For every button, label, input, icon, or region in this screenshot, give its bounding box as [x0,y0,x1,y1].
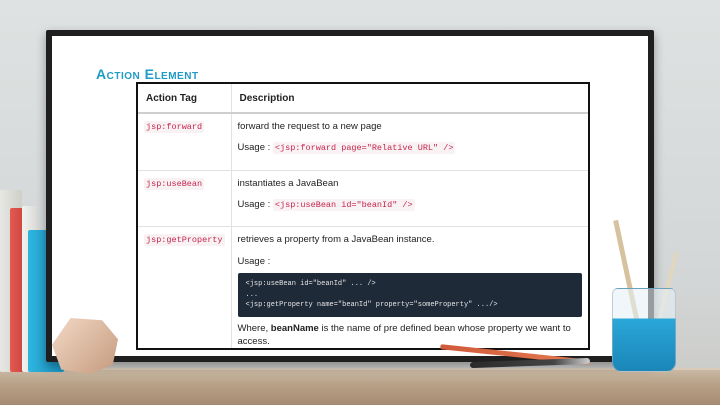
tag-cell: jsp:getProperty [138,226,232,348]
usage-line: Usage : <jsp:forward page="Relative URL"… [237,142,582,155]
description-cell: forward the request to a new page Usage … [231,113,588,171]
action-tag-table: Action Tag Description jsp:forward forwa… [136,82,590,350]
desk [0,370,720,405]
tag-code: jsp:getProperty [144,234,225,247]
usage-label: Usage : [237,142,271,154]
code-line: <jsp:useBean id="beanId" ... /> [245,279,376,288]
slide-title: Action Element [96,66,199,82]
description-text: retrieves a property from a JavaBean ins… [237,234,435,246]
usage-line: Usage : <jsp:useBean id="beanId" /> [237,199,582,212]
description-text: forward the request to a new page [237,121,382,132]
table-row: jsp:forward forward the request to a new… [138,113,588,171]
tag-code: jsp:forward [144,121,205,133]
water-jar-decoration [612,288,676,372]
usage-code: <jsp:useBean id="beanId" /> [272,199,415,212]
usage-label: Usage : [237,255,271,267]
code-line: <jsp:getProperty name="beanId" property=… [245,301,498,310]
where-bold-term: beanName [270,323,319,335]
where-prefix: Where, [237,323,271,335]
where-text: Where, beanName is the name of pre defin… [238,323,582,348]
column-header-action-tag: Action Tag [138,84,232,114]
tag-cell: jsp:useBean [138,170,232,228]
whiteboard: Action Element Action Tag Description js… [46,30,654,362]
usage-label: Usage : [237,199,271,211]
code-block: <jsp:useBean id="beanId" ... />... <jsp:g… [237,272,582,318]
description-text: instantiates a JavaBean [237,177,339,189]
table-row: jsp:useBean instantiates a JavaBean Usag… [138,170,588,228]
description-cell: retrieves a property from a JavaBean ins… [231,226,588,348]
tag-code: jsp:useBean [144,177,205,190]
code-line: ... [245,290,259,299]
tag-cell: jsp:forward [138,113,232,171]
description-cell: instantiates a JavaBean Usage : <jsp:use… [231,170,588,228]
slide-surface: Action Element Action Tag Description js… [52,36,648,356]
table-row: jsp:getProperty retrieves a property fro… [138,226,588,348]
column-header-description: Description [231,84,588,114]
usage-code: <jsp:forward page="Relative URL" /> [272,142,456,155]
table-header-row: Action Tag Description [138,84,588,114]
